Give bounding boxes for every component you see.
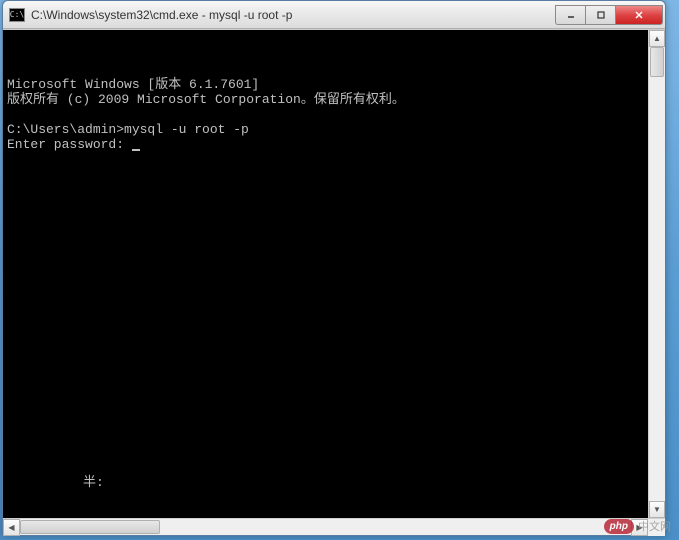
watermark-text: 中文网	[638, 518, 671, 534]
titlebar[interactable]: C:\ C:\Windows\system32\cmd.exe - mysql …	[3, 1, 665, 29]
watermark: php 中文网	[604, 518, 671, 534]
terminal-line: C:\Users\admin>mysql -u root -p	[7, 122, 644, 137]
minimize-button[interactable]	[555, 5, 585, 25]
scroll-down-button[interactable]: ▼	[649, 501, 665, 518]
horizontal-scroll-track[interactable]	[20, 519, 631, 535]
terminal-line	[7, 107, 644, 122]
cmd-window: C:\ C:\Windows\system32\cmd.exe - mysql …	[2, 0, 666, 536]
horizontal-scroll-thumb[interactable]	[20, 520, 160, 534]
scroll-left-button[interactable]: ◀	[3, 519, 20, 536]
watermark-badge: php	[604, 519, 634, 534]
terminal-line: Enter password:	[7, 137, 644, 152]
vertical-scrollbar[interactable]: ▲ ▼	[648, 30, 665, 518]
window-title: C:\Windows\system32\cmd.exe - mysql -u r…	[31, 8, 555, 22]
close-button[interactable]	[615, 5, 663, 25]
terminal-line: 版权所有 (c) 2009 Microsoft Corporation。保留所有…	[7, 92, 644, 107]
stray-text: 半:	[83, 475, 104, 490]
cmd-icon: C:\	[9, 8, 25, 22]
vertical-scroll-thumb[interactable]	[650, 47, 664, 77]
window-controls	[555, 5, 663, 25]
terminal-line: Microsoft Windows [版本 6.1.7601]	[7, 77, 644, 92]
scroll-up-button[interactable]: ▲	[649, 30, 665, 47]
terminal-output[interactable]: Microsoft Windows [版本 6.1.7601]版权所有 (c) …	[3, 30, 648, 518]
cursor	[132, 149, 140, 151]
vertical-scroll-track[interactable]	[649, 47, 665, 501]
content-area: Microsoft Windows [版本 6.1.7601]版权所有 (c) …	[3, 29, 665, 518]
horizontal-scrollbar-row: ◀ ▶	[3, 518, 665, 535]
maximize-button[interactable]	[585, 5, 615, 25]
